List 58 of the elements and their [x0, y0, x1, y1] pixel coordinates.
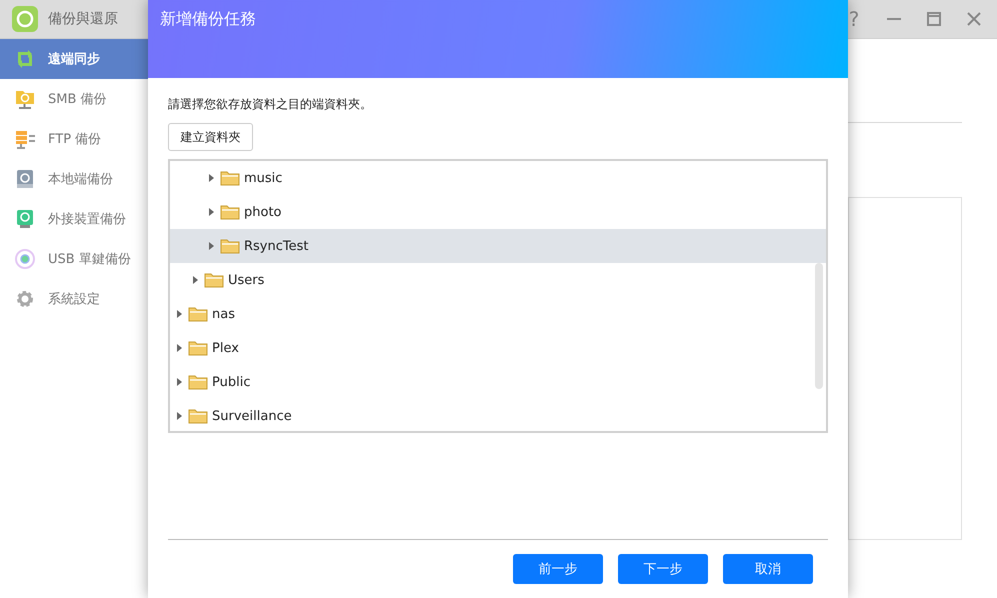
- drive-icon: [14, 168, 36, 190]
- folder-icon: [204, 272, 224, 288]
- folder-icon: [220, 238, 240, 254]
- tree-row[interactable]: music: [170, 161, 826, 195]
- expand-arrow-icon[interactable]: [208, 173, 216, 183]
- round-button-icon: [14, 248, 36, 270]
- folder-icon: [188, 340, 208, 356]
- create-folder-button[interactable]: 建立資料夾: [168, 123, 253, 151]
- external-drive-icon: [14, 208, 36, 230]
- expand-arrow-icon[interactable]: [176, 377, 184, 387]
- folder-name: RsyncTest: [244, 238, 308, 254]
- dialog-button[interactable]: 下一步: [618, 554, 708, 584]
- expand-arrow-icon[interactable]: [176, 309, 184, 319]
- tree-row[interactable]: nas: [170, 297, 826, 331]
- server-transfer-icon: [14, 128, 36, 150]
- folder-name: music: [244, 170, 282, 186]
- tree-row[interactable]: Surveillance: [170, 399, 826, 431]
- settings-icon: [14, 288, 36, 310]
- folder-name: Users: [228, 272, 264, 288]
- expand-arrow-icon[interactable]: [208, 207, 216, 217]
- tree-row[interactable]: RsyncTest: [170, 229, 826, 263]
- instruction-text: 請選擇您欲存放資料之目的端資料夾。: [168, 96, 373, 113]
- dialog-button[interactable]: 取消: [723, 554, 813, 584]
- help-button[interactable]: ?: [843, 8, 865, 30]
- folder-name: Surveillance: [212, 408, 292, 424]
- close-icon: [966, 11, 982, 27]
- folder-icon: [220, 204, 240, 220]
- folder-name: Public: [212, 374, 250, 390]
- minimize-icon: [886, 18, 902, 20]
- folder-icon: [220, 170, 240, 186]
- folder-icon: [188, 408, 208, 424]
- scrollbar[interactable]: [815, 263, 823, 389]
- sidebar-item[interactable]: 遠端同步: [0, 39, 148, 79]
- app-icon: [12, 6, 38, 32]
- sidebar-item[interactable]: SMB 備份: [0, 79, 148, 119]
- sidebar-item[interactable]: 本地端備份: [0, 159, 148, 199]
- folder-name: Plex: [212, 340, 239, 356]
- dialog-button[interactable]: 前一步: [513, 554, 603, 584]
- tree-row[interactable]: Public: [170, 365, 826, 399]
- sidebar-item[interactable]: 外接裝置備份: [0, 199, 148, 239]
- tree-row[interactable]: Users: [170, 263, 826, 297]
- folder-icon: [188, 374, 208, 390]
- sidebar-item[interactable]: FTP 備份: [0, 119, 148, 159]
- dialog-title: 新增備份任務: [160, 9, 256, 28]
- app-title: 備份與還原: [48, 10, 118, 28]
- folder-icon: [188, 306, 208, 322]
- expand-arrow-icon[interactable]: [192, 275, 200, 285]
- expand-arrow-icon[interactable]: [208, 241, 216, 251]
- folder-network-icon: [14, 88, 36, 110]
- tree-row[interactable]: Plex: [170, 331, 826, 365]
- folder-name: nas: [212, 306, 235, 322]
- expand-arrow-icon[interactable]: [176, 343, 184, 353]
- maximize-icon: [926, 11, 942, 27]
- tree-row[interactable]: photo: [170, 195, 826, 229]
- folder-name: photo: [244, 204, 282, 220]
- expand-arrow-icon[interactable]: [176, 411, 184, 421]
- sidebar-item[interactable]: USB 單鍵備份: [0, 239, 148, 279]
- sidebar-item[interactable]: 系統設定: [0, 279, 148, 319]
